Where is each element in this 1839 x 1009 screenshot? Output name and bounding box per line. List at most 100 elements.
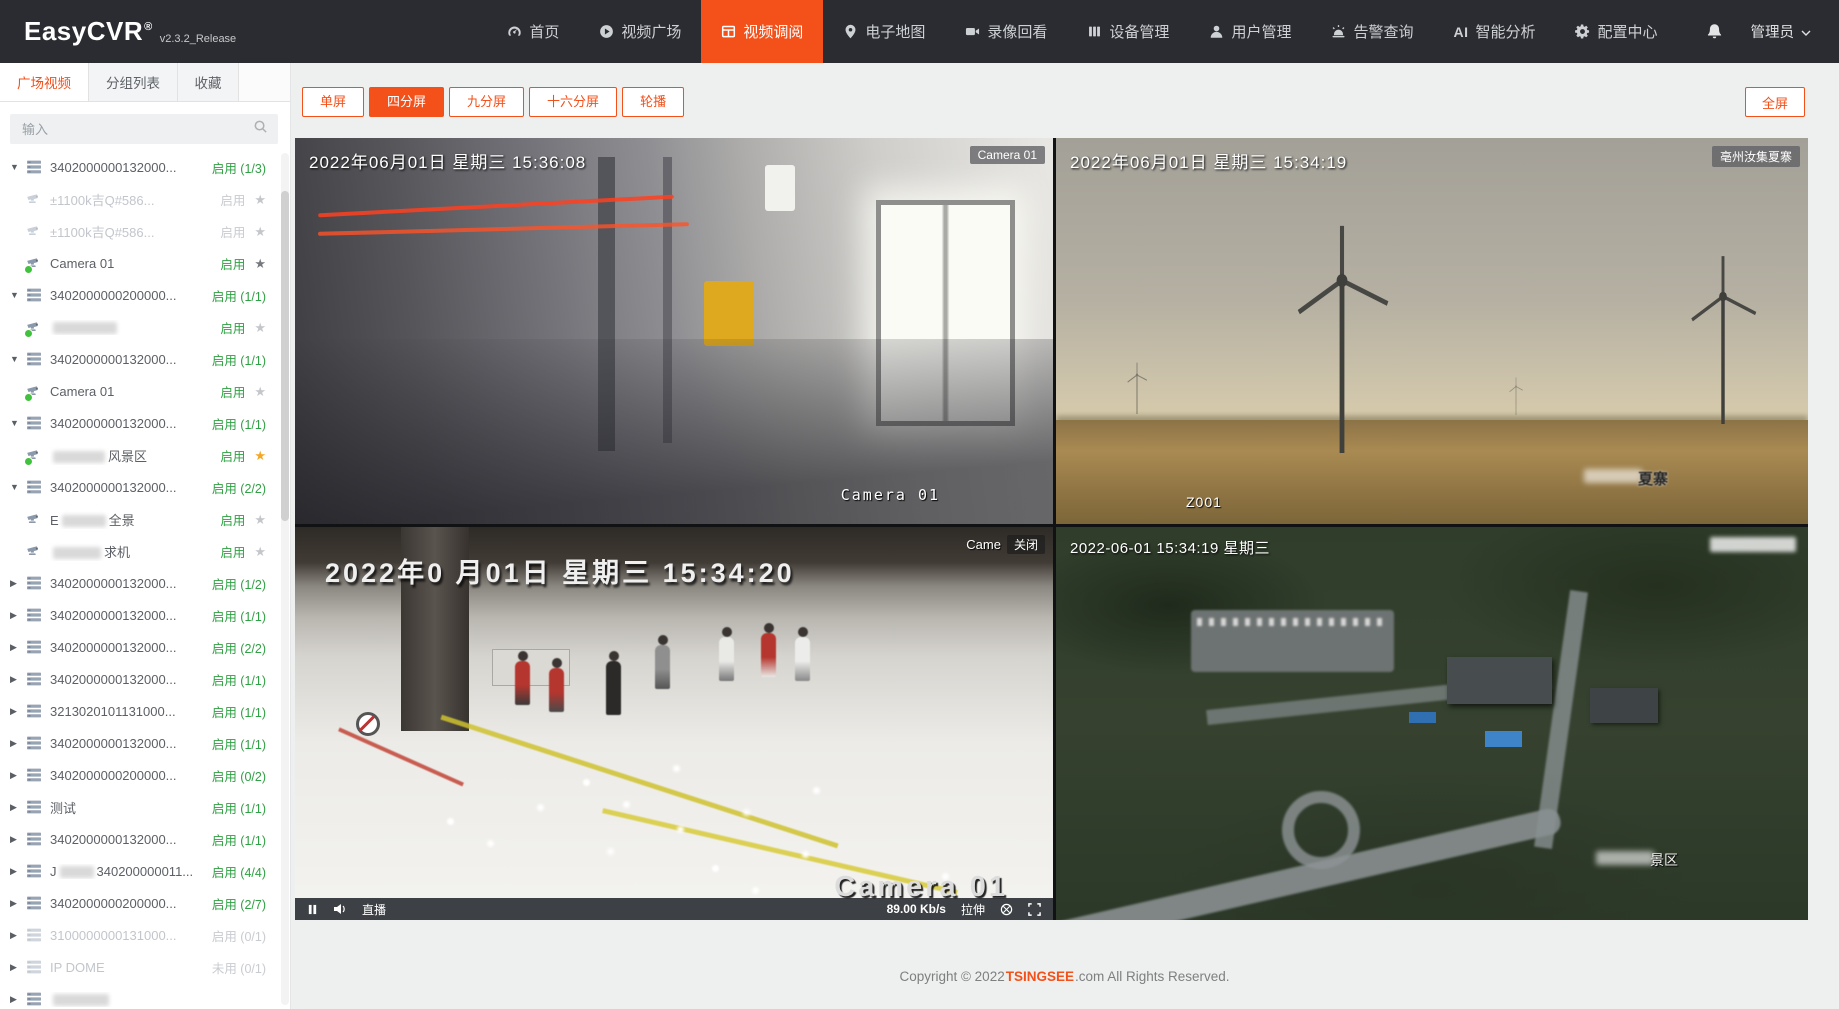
tab-favorites[interactable]: 收藏: [178, 63, 239, 101]
tree-group-row[interactable]: ▶3213020101131000...启用 (1/1): [0, 695, 280, 727]
tree-group-row[interactable]: ▼3402000000132000...启用 (1/3): [0, 151, 280, 183]
tab-group-list[interactable]: 分组列表: [89, 63, 178, 101]
alarm-icon: [1331, 24, 1346, 39]
online-dot: [24, 329, 33, 338]
tree-camera-row[interactable]: Camera 01启用★: [0, 247, 280, 279]
sidebar-scrollbar-thumb[interactable]: [281, 191, 289, 521]
fullscreen-icon[interactable]: [1028, 903, 1041, 916]
tree-group-row[interactable]: ▶3402000000200000...启用 (2/7): [0, 887, 280, 919]
chevron-right-icon[interactable]: ▶: [10, 802, 25, 813]
tree-group-row[interactable]: ▶IP DOME未用 (0/1): [0, 951, 280, 983]
chevron-right-icon[interactable]: ▶: [10, 578, 25, 589]
favorite-star-icon[interactable]: ★: [254, 449, 266, 462]
fullscreen-button[interactable]: 全屏: [1745, 87, 1805, 117]
nav-item-devices[interactable]: 设备管理: [1067, 0, 1189, 63]
nav-item-ai[interactable]: AI智能分析: [1433, 0, 1555, 63]
nav-item-review[interactable]: 视频调阅: [701, 0, 823, 63]
favorite-star-icon[interactable]: ★: [254, 225, 266, 238]
tree-camera-row[interactable]: ±1100k吉Q#586...启用★: [0, 215, 280, 247]
user-menu[interactable]: 管理员: [1751, 0, 1839, 63]
volume-icon[interactable]: [333, 903, 347, 915]
user-icon: [1209, 24, 1224, 39]
brand-link[interactable]: TSINGSEE: [1006, 969, 1074, 984]
chevron-right-icon[interactable]: ▶: [10, 898, 25, 909]
nav-item-alarms[interactable]: 告警查询: [1311, 0, 1433, 63]
chevron-right-icon[interactable]: ▶: [10, 994, 25, 1005]
tree-group-row[interactable]: ▶J340200000011...启用 (4/4): [0, 855, 280, 887]
tree-group-row[interactable]: ▼3402000000132000...启用 (1/1): [0, 407, 280, 439]
search-icon[interactable]: [253, 119, 268, 139]
snapshot-icon[interactable]: [1000, 903, 1013, 916]
chevron-right-icon[interactable]: ▶: [10, 866, 25, 877]
tree-group-row[interactable]: ▶: [0, 983, 280, 1009]
tree-camera-row[interactable]: E全景启用★: [0, 503, 280, 535]
tree-group-row[interactable]: ▶3402000000132000...启用 (1/1): [0, 823, 280, 855]
chevron-right-icon[interactable]: ▶: [10, 930, 25, 941]
video-panel-4[interactable]: 2022-06-01 15:34:19 星期三 景区: [1056, 527, 1808, 920]
tree-camera-row[interactable]: 启用★: [0, 311, 280, 343]
device-label: 3402000000200000...: [50, 896, 204, 911]
layout-button[interactable]: 四分屏: [369, 87, 444, 117]
chevron-right-icon[interactable]: ▶: [10, 834, 25, 845]
chevron-down-icon[interactable]: ▼: [10, 290, 25, 300]
nav-item-plaza[interactable]: 视频广场: [579, 0, 701, 63]
favorite-star-icon[interactable]: ★: [254, 257, 266, 270]
device-label: 求机: [50, 542, 212, 561]
chevron-down-icon[interactable]: ▼: [10, 418, 25, 428]
layout-button[interactable]: 十六分屏: [529, 87, 617, 117]
chevron-right-icon[interactable]: ▶: [10, 610, 25, 621]
favorite-star-icon[interactable]: ★: [254, 513, 266, 526]
tree-camera-row[interactable]: Camera 01启用★: [0, 375, 280, 407]
nav-item-home[interactable]: 首页: [487, 0, 579, 63]
layout-button[interactable]: 轮播: [622, 87, 684, 117]
tree-group-row[interactable]: ▶3402000000132000...启用 (1/1): [0, 663, 280, 695]
pause-icon[interactable]: [307, 904, 318, 915]
nav-item-users[interactable]: 用户管理: [1189, 0, 1311, 63]
video-panel-3[interactable]: 2022年0 月01日 星期三 15:34:20 Came 关闭 Camera …: [295, 527, 1053, 920]
status-text: 启用 (1/1): [212, 702, 266, 721]
notification-bell-icon[interactable]: [1678, 0, 1751, 63]
layout-button[interactable]: 九分屏: [449, 87, 524, 117]
tree-group-row[interactable]: ▶3402000000132000...启用 (2/2): [0, 631, 280, 663]
tree-group-row[interactable]: ▼3402000000200000...启用 (1/1): [0, 279, 280, 311]
camera-icon: [26, 256, 43, 271]
nav-item-map[interactable]: 电子地图: [823, 0, 945, 63]
chevron-right-icon[interactable]: ▶: [10, 706, 25, 717]
tree-group-row[interactable]: ▶3402000000200000...启用 (0/2): [0, 759, 280, 791]
video-panel-2[interactable]: 2022年06月01日 星期三 15:34:19 亳州汝集夏寨 Z001 夏寨: [1056, 138, 1808, 524]
favorite-star-icon[interactable]: ★: [254, 321, 266, 334]
status-text: 启用: [220, 446, 245, 465]
video-panel-1[interactable]: 2022年06月01日 星期三 15:36:08 Camera 01 Camer…: [295, 138, 1053, 524]
favorite-star-icon[interactable]: ★: [254, 385, 266, 398]
gauge-icon: [507, 24, 522, 39]
tree-group-row[interactable]: ▶3402000000132000...启用 (1/1): [0, 727, 280, 759]
logo-text: EasyCVR: [24, 16, 143, 46]
tree-camera-row[interactable]: ±1100k吉Q#586...启用★: [0, 183, 280, 215]
close-stream-button[interactable]: 关闭: [1007, 535, 1045, 554]
nav-item-config[interactable]: 配置中心: [1555, 0, 1677, 63]
tree-camera-row[interactable]: 求机启用★: [0, 535, 280, 567]
chevron-down-icon[interactable]: ▼: [10, 162, 25, 172]
tree-group-row[interactable]: ▶3402000000132000...启用 (1/1): [0, 599, 280, 631]
chevron-right-icon[interactable]: ▶: [10, 962, 25, 973]
tree-group-row[interactable]: ▶3402000000132000...启用 (1/2): [0, 567, 280, 599]
layout-button[interactable]: 单屏: [302, 87, 364, 117]
chevron-right-icon[interactable]: ▶: [10, 738, 25, 749]
chevron-right-icon[interactable]: ▶: [10, 642, 25, 653]
tree-group-row[interactable]: ▶3100000000131000...启用 (0/1): [0, 919, 280, 951]
nav-item-label: 告警查询: [1353, 21, 1413, 42]
favorite-star-icon[interactable]: ★: [254, 545, 266, 558]
tree-camera-row[interactable]: 风景区启用★: [0, 439, 280, 471]
chevron-right-icon[interactable]: ▶: [10, 770, 25, 781]
online-dot: [24, 393, 33, 402]
chevron-right-icon[interactable]: ▶: [10, 674, 25, 685]
tree-group-row[interactable]: ▼3402000000132000...启用 (1/1): [0, 343, 280, 375]
tree-group-row[interactable]: ▼3402000000132000...启用 (2/2): [0, 471, 280, 503]
chevron-down-icon[interactable]: ▼: [10, 482, 25, 492]
chevron-down-icon[interactable]: ▼: [10, 354, 25, 364]
tree-group-row[interactable]: ▶测试启用 (1/1): [0, 791, 280, 823]
nav-item-playback[interactable]: 录像回看: [945, 0, 1067, 63]
favorite-star-icon[interactable]: ★: [254, 193, 266, 206]
tab-plaza-video[interactable]: 广场视频: [0, 63, 89, 101]
search-input[interactable]: [20, 121, 253, 138]
